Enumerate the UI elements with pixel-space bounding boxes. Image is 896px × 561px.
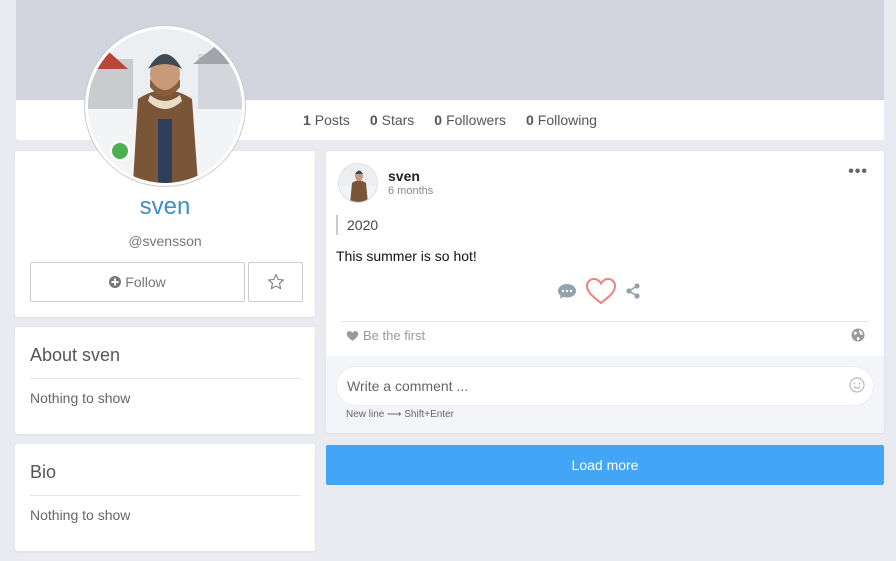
divider [341, 321, 869, 322]
share-icon[interactable] [625, 283, 641, 299]
likes-text: Be the first [363, 328, 426, 343]
stat-following[interactable]: 0 Following [526, 112, 597, 128]
stat-label: Stars [381, 112, 415, 128]
divider [30, 495, 300, 496]
bio-empty-text: Nothing to show [30, 507, 131, 523]
post-quote: 2020 [336, 215, 378, 235]
follow-button[interactable]: Follow [30, 262, 245, 302]
post-timestamp[interactable]: 6 months [388, 185, 433, 197]
star-button[interactable] [248, 262, 303, 302]
post-card: sven 6 months ••• 2020 This summer is so… [326, 151, 884, 433]
post-text: This summer is so hot! [336, 248, 477, 264]
avatar-photo [88, 29, 242, 183]
heart-small-icon [346, 330, 359, 341]
stat-count: 0 [526, 112, 534, 128]
about-title: About sven [30, 345, 121, 365]
stats-list: 1 Posts 0 Stars 0 Followers 0 Following [303, 112, 597, 128]
stat-label: Following [537, 112, 597, 128]
profile-name[interactable]: sven [15, 193, 315, 221]
stat-count: 0 [369, 112, 378, 128]
stat-posts[interactable]: 1 Posts [303, 112, 350, 128]
comment-area: New line ⟶ Shift+Enter [326, 356, 884, 433]
stat-count: 0 [434, 112, 443, 128]
likes-summary: Be the first [346, 328, 425, 343]
profile-handle: @svensson [128, 233, 202, 249]
profile-avatar[interactable] [84, 25, 246, 187]
stat-followers[interactable]: 0 Followers [434, 112, 506, 128]
follow-label: Follow [125, 274, 166, 290]
emoji-icon[interactable] [849, 377, 865, 393]
load-more-button[interactable]: Load more [326, 445, 884, 485]
bio-title: Bio [30, 462, 57, 482]
heart-icon[interactable] [585, 277, 617, 305]
more-options-icon[interactable]: ••• [848, 163, 868, 181]
stat-label: Posts [314, 112, 350, 128]
comment-hint: New line ⟶ Shift+Enter [346, 409, 454, 420]
post-author-avatar[interactable] [338, 163, 378, 203]
about-card: About sven Nothing to show [15, 327, 315, 434]
bio-card: Bio Nothing to show [15, 444, 315, 551]
stat-count: 1 [303, 112, 311, 128]
plus-circle-icon [109, 276, 122, 288]
globe-icon[interactable] [851, 328, 865, 342]
comment-input[interactable] [336, 366, 874, 406]
post-author-name[interactable]: sven [388, 168, 420, 184]
star-icon [267, 273, 284, 290]
online-status-dot [110, 141, 130, 161]
stat-stars[interactable]: 0 Stars [370, 112, 414, 128]
stat-label: Followers [446, 112, 506, 128]
about-empty-text: Nothing to show [30, 390, 131, 406]
comment-icon[interactable] [557, 282, 577, 300]
divider [30, 378, 300, 379]
post-actions [557, 277, 641, 305]
